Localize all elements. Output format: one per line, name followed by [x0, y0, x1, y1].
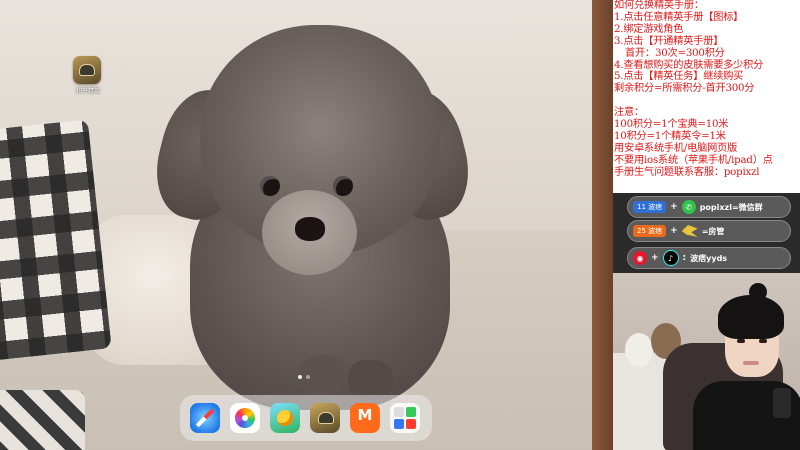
social-row-weibo-douyin: ◉ + ♪ : 波痞yyds	[627, 247, 791, 269]
notice-line-12: 10积分=1个精英令=1米	[614, 131, 726, 143]
notice-line-4: 3.点击【开通精英手册】	[614, 35, 724, 47]
webcam-plush-white	[625, 333, 653, 367]
mgtv-icon[interactable]	[350, 403, 380, 433]
page-dot-1	[298, 375, 302, 379]
notice-panel: 如何兑换精英手册： 1.点击任意精英手册【图标】 2.绑定游戏角色 3.点击【开…	[613, 0, 800, 193]
plus-sign: +	[670, 202, 678, 212]
safari-icon[interactable]	[190, 403, 220, 433]
fan-badge-11: 11 波痞	[633, 201, 667, 213]
dock	[180, 395, 432, 441]
weibo-icon: ◉	[633, 251, 647, 265]
pubg-dock-icon[interactable]	[310, 403, 340, 433]
wechat-icon: ✆	[681, 200, 696, 214]
colon-sign: :	[682, 253, 687, 263]
webcam-feed	[613, 273, 800, 450]
streamer-hair-bun	[749, 283, 767, 301]
notice-line-6: 4.查看想购买的皮肤需要多少积分	[614, 59, 764, 71]
pubg-app-icon[interactable]	[73, 56, 101, 84]
streamer-eye-right	[759, 339, 767, 343]
plus-sign: +	[651, 253, 659, 263]
wallpaper-dog-nose	[295, 217, 325, 241]
wallpaper-blanket-bottom	[0, 390, 85, 450]
notice-line-14: 不要用ios系统（苹果手机/ipad）点	[614, 154, 773, 166]
streamer-hair	[718, 295, 784, 339]
pubg-app-label: 和平精英	[75, 88, 100, 95]
folder-icon[interactable]	[390, 403, 420, 433]
bird-icon	[681, 225, 698, 237]
microphone	[773, 388, 791, 418]
notice-line-10: 注意：	[614, 107, 644, 119]
notice-line-2: 1.点击任意精英手册【图标】	[614, 11, 744, 23]
notice-spacer	[613, 95, 800, 107]
pubg-icon	[79, 64, 95, 76]
fan-badge-25: 25 波痞	[633, 225, 667, 237]
social-row-wechat: 11 波痞 + ✆ popixzl=微信群	[627, 196, 791, 218]
notice-line-11: 100积分=1个宝典=10米	[614, 119, 729, 131]
ipad-screen: 和平精英	[0, 0, 613, 450]
notice-line-1: 如何兑换精英手册：	[614, 0, 704, 11]
notice-line-15: 手册生气问题联系客服：popixzl	[614, 166, 760, 178]
wallpaper-dog-eye-left	[260, 176, 280, 196]
douyin-icon: ♪	[662, 250, 679, 266]
moderator-text: =房管	[701, 226, 725, 236]
notice-line-5: 首开：30次=300积分	[625, 47, 725, 59]
notice-line-13: 用安卓系统手机/电脑网页版	[614, 142, 738, 154]
page-indicator[interactable]	[298, 375, 310, 379]
notice-line-8: 剩余积分=所需积分-首开300分	[614, 83, 755, 95]
wallpaper-dog-eye-right	[333, 176, 353, 196]
streamer-mouth	[743, 361, 759, 365]
wallpaper-door-frame	[592, 0, 613, 450]
weibo-douyin-text: 波痞yyds	[690, 253, 728, 263]
wechat-text: popixzl=微信群	[699, 202, 763, 212]
notice-line-7: 5.点击【精英任务】继续购买	[614, 71, 744, 83]
page-dot-2	[306, 375, 310, 379]
social-banners: 11 波痞 + ✆ popixzl=微信群 25 波痞 + =房管 ◉ + ♪ …	[613, 193, 800, 273]
plus-sign: +	[670, 226, 678, 236]
notice-line-3: 2.绑定游戏角色	[614, 23, 684, 35]
streamer-eye-left	[737, 339, 745, 343]
social-row-moderator: 25 波痞 + =房管	[627, 220, 791, 242]
photos-icon[interactable]	[230, 403, 260, 433]
game-icon[interactable]	[270, 403, 300, 433]
wallpaper-dog-paw-right	[348, 360, 393, 400]
